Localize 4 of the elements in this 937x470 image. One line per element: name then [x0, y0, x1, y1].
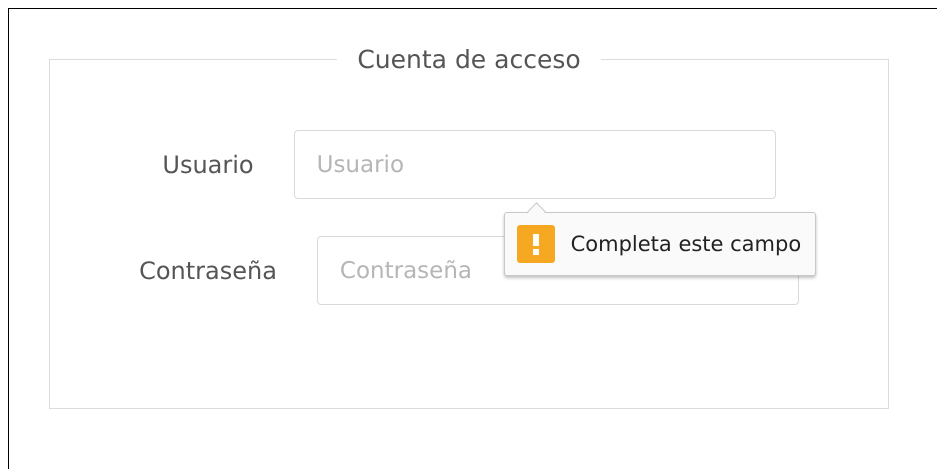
fieldset-legend: Cuenta de acceso — [337, 45, 601, 74]
field-label: Contraseña — [139, 256, 277, 284]
field-label: Usuario — [162, 150, 254, 178]
tooltip-message: Completa este campo — [570, 232, 802, 256]
